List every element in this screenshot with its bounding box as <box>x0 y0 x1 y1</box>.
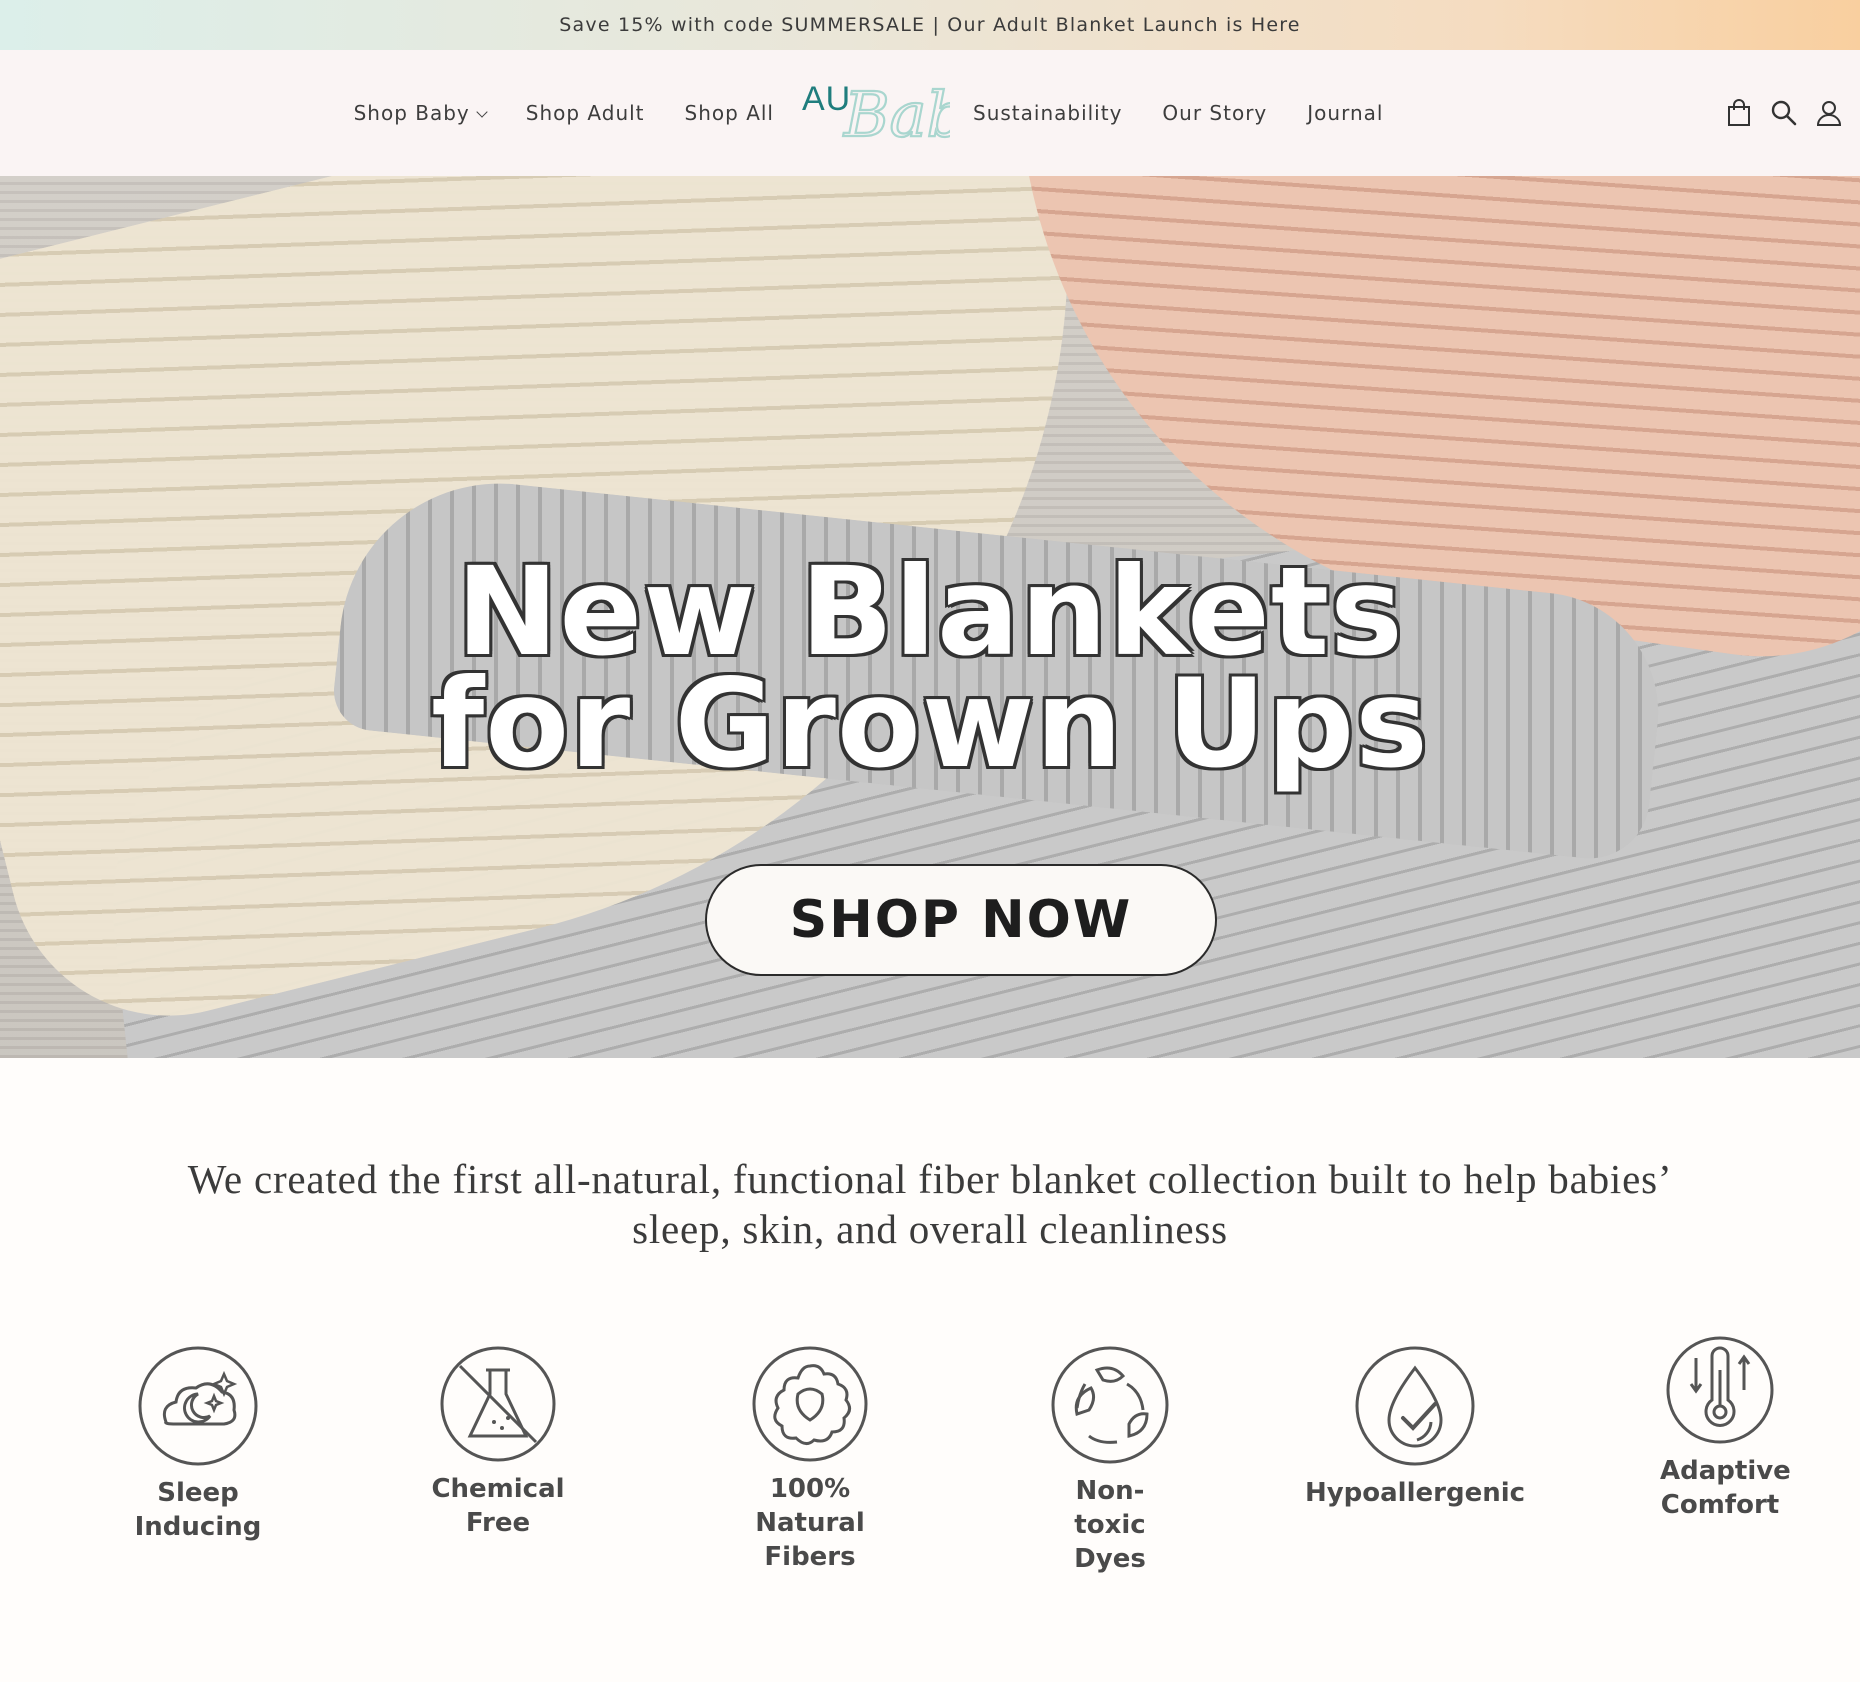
feature-label-line1: Non-toxic <box>1074 1476 1146 1540</box>
site-header: Shop Baby Shop Adult Shop All AU Baby Su… <box>0 50 1860 176</box>
mission-statement: We created the first all-natural, functi… <box>0 1154 1860 1254</box>
sheep-wool-icon <box>752 1346 868 1462</box>
announcement-bar[interactable]: Save 15% with code SUMMERSALE | Our Adul… <box>0 0 1860 50</box>
hero-title-line2: for Grown Ups <box>431 653 1429 795</box>
announcement-text[interactable]: Save 15% with code SUMMERSALE | Our Adul… <box>559 14 1300 36</box>
account-icon[interactable] <box>1816 99 1842 127</box>
feature-list: Sleep Inducing Chemical Free 100% Natura… <box>0 1336 1860 1644</box>
nav-shop-baby[interactable]: Shop Baby <box>353 101 488 125</box>
hero-title-line1: New Blankets <box>456 541 1404 683</box>
sleep-moon-cloud-icon <box>138 1346 258 1466</box>
logo-graphic: AU Baby <box>802 77 1003 152</box>
feature-label-line1: 100% Natural <box>755 1474 865 1538</box>
feature-label-line1: Sleep <box>157 1478 239 1508</box>
feature-label-line2: Fibers <box>764 1542 856 1572</box>
logo-script: Baby <box>843 78 950 151</box>
nav-shop-adult[interactable]: Shop Adult <box>526 101 645 125</box>
feature-chemical-free: Chemical Free <box>428 1344 568 1540</box>
drop-check-icon <box>1355 1346 1475 1466</box>
mission-line2: sleep, skin, and overall cleanliness <box>632 1206 1228 1252</box>
feature-natural-fibers: 100% Natural Fibers <box>720 1344 900 1574</box>
chevron-down-icon <box>476 106 488 118</box>
feature-label-line1: Chemical <box>431 1474 565 1504</box>
nav-shop-all[interactable]: Shop All <box>685 101 774 125</box>
feature-sleep-inducing: Sleep Inducing <box>128 1344 268 1544</box>
nav-our-story[interactable]: Our Story <box>1162 101 1267 125</box>
nav-right: Sustainability Our Story Journal <box>973 50 1383 176</box>
nav-shop-baby-label: Shop Baby <box>353 101 470 125</box>
cart-icon[interactable] <box>1726 99 1752 127</box>
feature-adaptive-comfort: Adaptive Comfort <box>1660 1334 1791 1522</box>
feature-label-line2: Comfort <box>1660 1490 1780 1520</box>
feature-non-toxic-dyes: Non-toxic Dyes <box>1040 1344 1180 1576</box>
site-logo[interactable]: AU Baby <box>800 58 1003 168</box>
no-chemical-flask-icon <box>440 1346 556 1462</box>
feature-label-line1: Adaptive <box>1660 1456 1791 1486</box>
feature-label-line2: Inducing <box>134 1512 262 1542</box>
nav-sustainability[interactable]: Sustainability <box>973 101 1122 125</box>
feature-hypoallergenic: Hypoallergenic <box>1300 1344 1530 1510</box>
shop-now-button[interactable]: SHOP NOW <box>705 864 1217 976</box>
feature-label-line1: Hypoallergenic <box>1304 1478 1526 1508</box>
header-utilities <box>1726 50 1842 176</box>
search-icon[interactable] <box>1770 99 1798 127</box>
thermometer-icon <box>1666 1336 1774 1444</box>
feature-label-line2: Dyes <box>1074 1544 1146 1574</box>
hero-title: New Blankets for Grown Ups <box>0 541 1860 795</box>
nav-left: Shop Baby Shop Adult Shop All <box>354 50 774 176</box>
mission-line1: We created the first all-natural, functi… <box>187 1156 1673 1202</box>
hero-banner: New Blankets for Grown Ups SHOP NOW <box>0 176 1860 1058</box>
recycle-leaf-icon <box>1051 1346 1169 1464</box>
nav-journal[interactable]: Journal <box>1307 101 1383 125</box>
feature-label-line2: Free <box>465 1508 531 1538</box>
